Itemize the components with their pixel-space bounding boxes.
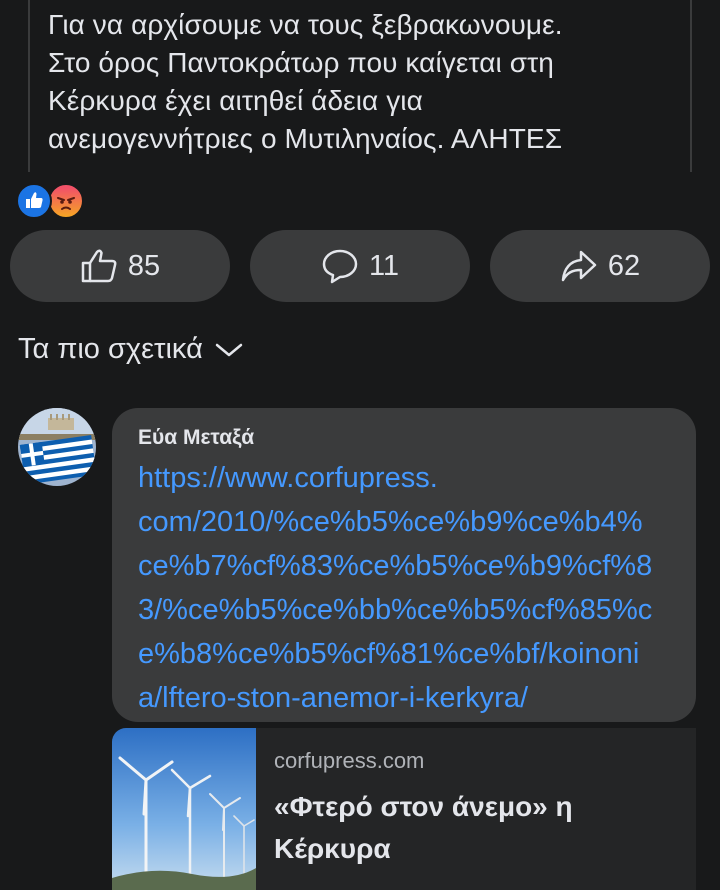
post-text-line: Στο όρος Παντοκράτωρ που καίγεται στη — [48, 47, 554, 78]
comment-link-line[interactable]: 3/%ce%b5%ce%bb%ce%b5%cf%85%c — [138, 594, 652, 626]
post-text-line: Για να αρχίσουμε να τους ξεβρακωνουμε. — [48, 9, 563, 40]
post-text: Για να αρχίσουμε να τους ξεβρακωνουμε. Σ… — [28, 0, 692, 172]
link-preview-card[interactable]: corfupress.com «Φτερό στον άνεμο» η Κέρκ… — [112, 728, 696, 890]
comment-link-line[interactable]: e%b8%ce%b5%cf%81%ce%bf/koinoni — [138, 638, 639, 670]
post-text-line: Κέρκυρα έχει αιτηθεί άδεια για — [48, 85, 423, 116]
like-button[interactable]: 85 — [10, 230, 230, 302]
like-count: 85 — [127, 249, 161, 282]
share-icon — [561, 250, 597, 282]
angry-reaction-icon — [48, 183, 84, 219]
comment-link-line[interactable]: ce%b7%cf%83%ce%b5%ce%b9%cf%8 — [138, 550, 652, 582]
post-actions: 85 11 62 — [0, 230, 720, 302]
comments-sort-dropdown[interactable]: Τα πιο σχετικά — [18, 333, 243, 366]
link-preview-title-line: Κέρκυρα — [274, 833, 391, 864]
share-count: 62 — [607, 249, 641, 282]
comment-bubble[interactable]: Εύα Μεταξά https://www.corfupress. com/2… — [112, 408, 696, 722]
link-preview-thumbnail — [112, 728, 256, 890]
comment-link-line[interactable]: a/lftero-ston-anemor-i-kerkyra/ — [138, 682, 528, 714]
share-button[interactable]: 62 — [490, 230, 710, 302]
comment-link[interactable]: https://www.corfupress. com/2010/%ce%b5%… — [138, 456, 672, 720]
link-preview-title[interactable]: «Φτερό στον άνεμο» η Κέρκυρα — [274, 786, 674, 870]
comment-link-line[interactable]: com/2010/%ce%b5%ce%b9%ce%b4% — [138, 506, 643, 538]
link-preview-domain: corfupress.com — [274, 748, 425, 773]
comment-icon — [322, 249, 358, 284]
reactions-summary[interactable] — [16, 183, 88, 219]
like-reaction-icon — [16, 183, 52, 219]
link-preview-title-line: «Φτερό στον άνεμο» η — [274, 791, 573, 822]
post-text-line: ανεμογεννήτριες ο Μυτιληναίος. ΑΛΗΤΕΣ — [48, 123, 563, 154]
comment-count: 11 — [368, 249, 400, 282]
comment-link-line[interactable]: https://www.corfupress. — [138, 462, 438, 494]
comment-author-name[interactable]: Εύα Μεταξά — [138, 426, 672, 450]
thumbs-up-icon — [81, 249, 117, 283]
comment-button[interactable]: 11 — [250, 230, 470, 302]
avatar[interactable] — [18, 408, 96, 486]
chevron-down-icon — [215, 343, 243, 356]
comments-sort-label: Τα πιο σχετικά — [18, 333, 203, 365]
